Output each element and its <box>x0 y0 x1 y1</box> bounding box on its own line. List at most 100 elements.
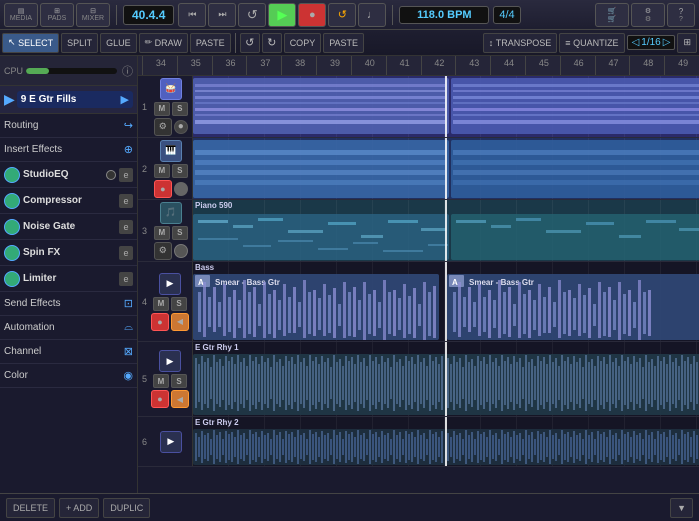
help-button[interactable]: ? ? <box>667 3 695 27</box>
setup-button[interactable]: ⚙ ⚙ <box>631 3 665 27</box>
right-icons: 🛒 🛒 ⚙ ⚙ ? ? <box>595 3 695 27</box>
track-5-record-icon[interactable]: ● <box>151 390 169 408</box>
grid-button[interactable]: ⊞ <box>677 33 697 53</box>
track-4-mute-button[interactable]: M <box>153 297 169 311</box>
select-tool-button[interactable]: ↖ SELECT <box>2 33 59 53</box>
color-row[interactable]: Color ◉ <box>0 364 137 388</box>
undo-button[interactable]: ↺ <box>238 3 266 27</box>
time-sig-display[interactable]: 4/4 <box>493 6 520 24</box>
record-button[interactable]: ● <box>298 3 326 27</box>
track-1-dot-icon[interactable]: ● <box>174 120 188 134</box>
channel-row[interactable]: Channel ⊠ <box>0 340 137 364</box>
rewind-button[interactable]: ⏮ <box>178 3 206 27</box>
track-6-number: 6 <box>141 436 151 448</box>
noisegate-edit-button[interactable]: e <box>119 220 133 234</box>
track-3-instrument-icon[interactable]: 🎵 <box>160 202 182 224</box>
add-button[interactable]: + ADD <box>59 498 99 518</box>
loop-button[interactable]: ↺ <box>328 3 356 27</box>
spinfx-edit-button[interactable]: e <box>119 246 133 260</box>
split-tool-button[interactable]: SPLIT <box>61 33 98 53</box>
shop-button[interactable]: 🛒 🛒 <box>595 3 629 27</box>
track-3-lane[interactable]: Piano 590 <box>193 200 699 261</box>
track-2-dot-icon[interactable] <box>174 182 188 196</box>
track-2-record-icon[interactable]: ● <box>154 180 172 198</box>
studioeq-power-button[interactable] <box>4 167 20 183</box>
routing-row[interactable]: Routing ↪ <box>0 114 137 138</box>
studioeq-edit-button[interactable]: e <box>119 168 133 182</box>
quantize-button[interactable]: ≡ QUANTIZE <box>559 33 624 53</box>
track-2-mute-solo: M S <box>154 164 188 178</box>
scroll-down-button[interactable]: ▼ <box>670 498 693 518</box>
track-1: 1 🥁 M S ⚙ ● <box>138 76 699 138</box>
track-4: 4 ▶ M S ● ◀ <box>138 262 699 342</box>
track-5-mute-button[interactable]: M <box>153 374 169 388</box>
media-button[interactable]: ▤ MEDIA <box>4 3 38 27</box>
paste-tool-button[interactable]: PASTE <box>190 33 231 53</box>
quantize-nav-left[interactable]: ◁ <box>632 37 640 48</box>
track-1-mute-button[interactable]: M <box>154 102 170 116</box>
insert-effects-header[interactable]: Insert Effects ⊕ <box>0 138 137 162</box>
track-5-instrument-icon[interactable]: ▶ <box>159 350 181 372</box>
transpose-button[interactable]: ↕ TRANSPOSE <box>483 33 558 53</box>
cursor-icon: ↖ <box>8 37 16 48</box>
track-4-record-icon[interactable]: ● <box>151 313 169 331</box>
metronome-button[interactable]: ♩ <box>358 3 386 27</box>
ruler-mark-46: 46 <box>560 56 595 75</box>
automation-row[interactable]: Automation ⌓ <box>0 316 137 340</box>
bpm-display[interactable]: 118.0 BPM <box>399 6 489 24</box>
cpu-info-icon[interactable]: ⓘ <box>122 63 133 79</box>
quantize-nav-right[interactable]: ▷ <box>663 37 671 48</box>
draw-tool-button[interactable]: ✏ DRAW <box>139 33 188 53</box>
compressor-power-button[interactable] <box>4 193 20 209</box>
position-display[interactable]: 40.4.4 <box>123 5 174 25</box>
track-select-left-icon[interactable]: ▶ <box>4 91 15 108</box>
track-3-mute-button[interactable]: M <box>154 226 170 240</box>
send-effects-row[interactable]: Send Effects ⊡ <box>0 292 137 316</box>
track-4-lane[interactable]: Bass A Smear - Bass Gtr <box>193 262 699 341</box>
limiter-edit-button[interactable]: e <box>119 272 133 286</box>
forward-button[interactable]: ⏭ <box>208 3 236 27</box>
track-1-instrument-icon[interactable]: 🥁 <box>160 78 182 100</box>
glue-tool-button[interactable]: GLUE <box>100 33 137 53</box>
redo-edit-button[interactable]: ↻ <box>262 33 282 53</box>
ruler-mark-42: 42 <box>421 56 456 75</box>
noisegate-power-button[interactable] <box>4 219 20 235</box>
track-2-instrument-icon[interactable]: 🎹 <box>160 140 182 162</box>
undo-edit-button[interactable]: ↺ <box>240 33 260 53</box>
track-4-solo-button[interactable]: S <box>171 297 187 311</box>
pads-button[interactable]: ⊞ PADS <box>40 3 74 27</box>
track-2-lane[interactable] <box>193 138 699 199</box>
track-2-solo-button[interactable]: S <box>172 164 188 178</box>
playhead-3 <box>445 200 447 261</box>
track-5-lane[interactable]: E Gtr Rhy 1 <box>193 342 699 416</box>
studioeq-knob[interactable] <box>106 170 116 180</box>
track-1-settings-icon[interactable]: ⚙ <box>154 118 172 136</box>
ruler-mark-41: 41 <box>386 56 421 75</box>
mixer-button[interactable]: ⊟ MIXER <box>76 3 110 27</box>
spinfx-power-button[interactable] <box>4 245 20 261</box>
compressor-edit-button[interactable]: e <box>119 194 133 208</box>
track-6-lane[interactable]: E Gtr Rhy 2 <box>193 417 699 466</box>
play-button[interactable]: ▶ <box>268 3 296 27</box>
copy-button[interactable]: COPY <box>284 33 322 53</box>
paste-edit-button[interactable]: PASTE <box>323 33 364 53</box>
automation-icon: ⌓ <box>124 321 133 334</box>
track-6-instrument-icon[interactable]: ▶ <box>160 431 182 453</box>
delete-button[interactable]: DELETE <box>6 498 55 518</box>
channel-selector[interactable]: 9 E Gtr Fills ▶ <box>17 91 133 108</box>
track-4-input-icon[interactable]: ◀ <box>171 313 189 331</box>
track-5-input-icon[interactable]: ◀ <box>171 390 189 408</box>
track-4-instrument-icon[interactable]: ▶ <box>159 273 181 295</box>
track-3-settings-icon[interactable]: ⚙ <box>154 242 172 260</box>
quantize-value-display[interactable]: ◁ 1/16 ▷ <box>627 35 676 50</box>
track-1-lane[interactable] <box>193 76 699 137</box>
track-1-solo-button[interactable]: S <box>172 102 188 116</box>
track-4-mute-solo: M S <box>153 297 187 311</box>
track-5-solo-button[interactable]: S <box>171 374 187 388</box>
track-3-dot-icon[interactable] <box>174 244 188 258</box>
track-2-mute-button[interactable]: M <box>154 164 170 178</box>
limiter-power-button[interactable] <box>4 271 20 287</box>
second-toolbar: ↖ SELECT SPLIT GLUE ✏ DRAW PASTE ↺ ↻ COP… <box>0 30 699 56</box>
duplicate-button[interactable]: DUPLIC <box>103 498 150 518</box>
track-3-solo-button[interactable]: S <box>172 226 188 240</box>
